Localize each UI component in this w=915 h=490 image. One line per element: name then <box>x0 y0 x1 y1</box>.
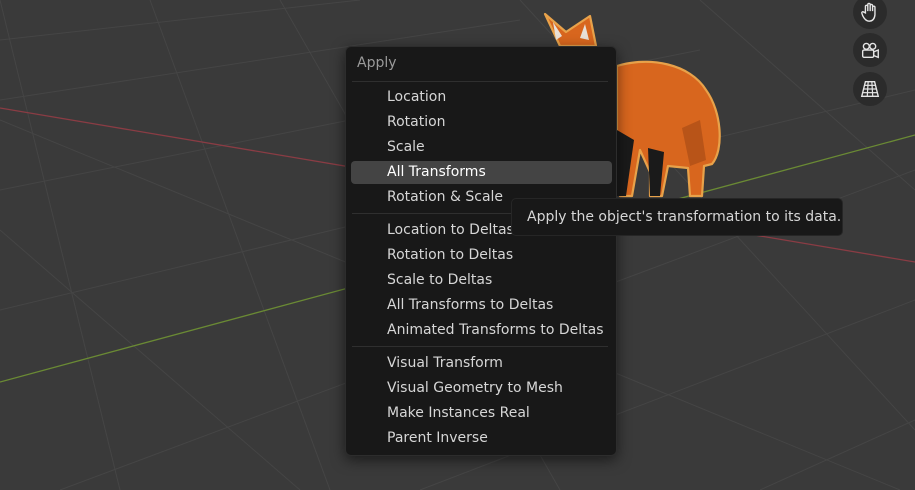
menu-item-label: Scale <box>387 139 425 155</box>
menu-separator <box>352 81 608 82</box>
menu-item-label: Make Instances Real <box>387 405 530 421</box>
menu-item-all-transforms-to-deltas[interactable]: All Transforms to Deltas <box>351 294 612 317</box>
menu-item-visual-transform[interactable]: Visual Transform <box>351 352 612 375</box>
tooltip-text: Apply the object's transformation to its… <box>527 209 842 225</box>
toggle-camera-view-button[interactable] <box>853 33 887 67</box>
tooltip: Apply the object's transformation to its… <box>511 198 843 236</box>
menu-item-animated-transforms-to-deltas[interactable]: Animated Transforms to Deltas <box>351 319 612 342</box>
menu-item-scale-to-deltas[interactable]: Scale to Deltas <box>351 269 612 292</box>
menu-item-visual-geometry-to-mesh[interactable]: Visual Geometry to Mesh <box>351 377 612 400</box>
menu-item-label: Rotation <box>387 114 446 130</box>
menu-item-location[interactable]: Location <box>351 86 612 109</box>
menu-item-scale[interactable]: Scale <box>351 136 612 159</box>
menu-item-rotation[interactable]: Rotation <box>351 111 612 134</box>
perspective-grid-icon <box>860 80 880 98</box>
menu-item-label: Rotation to Deltas <box>387 247 514 263</box>
menu-item-label: All Transforms <box>387 164 486 180</box>
menu-item-label: Animated Transforms to Deltas <box>387 322 604 338</box>
menu-item-label: Parent Inverse <box>387 430 488 446</box>
menu-item-label: Scale to Deltas <box>387 272 493 288</box>
menu-item-label: All Transforms to Deltas <box>387 297 554 313</box>
menu-item-label: Visual Transform <box>387 355 503 371</box>
apply-menu: Apply Location Rotation Scale All Transf… <box>345 46 617 456</box>
menu-item-rotation-to-deltas[interactable]: Rotation to Deltas <box>351 244 612 267</box>
menu-item-all-transforms[interactable]: All Transforms <box>351 161 612 184</box>
menu-item-make-instances-real[interactable]: Make Instances Real <box>351 402 612 425</box>
menu-item-label: Location to Deltas <box>387 222 514 238</box>
menu-item-parent-inverse[interactable]: Parent Inverse <box>351 427 612 450</box>
menu-separator <box>352 346 608 347</box>
camera-icon <box>861 42 879 59</box>
toggle-perspective-button[interactable] <box>853 72 887 106</box>
menu-item-label: Rotation & Scale <box>387 189 504 205</box>
menu-item-label: Visual Geometry to Mesh <box>387 380 563 396</box>
hand-pan-icon <box>861 2 876 22</box>
menu-title: Apply <box>357 55 397 71</box>
menu-item-label: Location <box>387 89 447 105</box>
